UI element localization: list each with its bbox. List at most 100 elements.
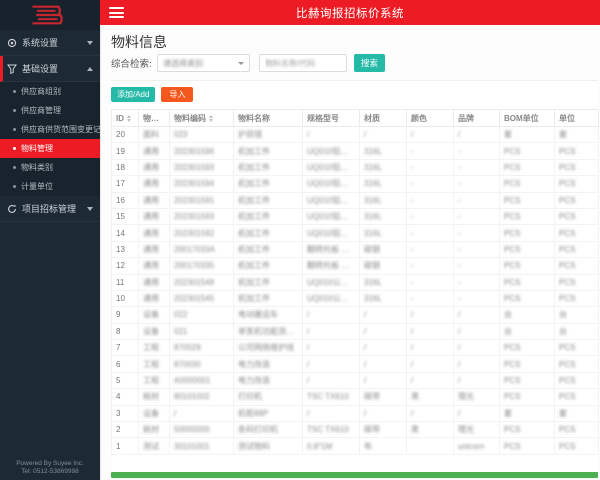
cell-color (406, 437, 454, 455)
table-row[interactable]: 14 通用 202301592 机加工件 UQ010铝头底帽 316L - - PCS PCS (111, 224, 599, 242)
column-header-category: 物料类别 (138, 109, 170, 127)
table-row[interactable]: 7 工程 870029 公司网络维护线 / / / / PCS PCS (111, 339, 599, 357)
cell-name: 机加工件 (233, 158, 303, 177)
table-row[interactable]: 9 设备 022 电动搬运车 / / / / 台台 (111, 306, 599, 324)
cell-category: 通用 (138, 289, 170, 308)
sidebar-item-material-category[interactable]: 物料类别 (0, 158, 100, 177)
column-header-id[interactable]: ID (111, 109, 139, 127)
cell-bom_unit: PCS (499, 224, 555, 242)
horizontal-scrollbar[interactable] (111, 472, 598, 478)
table-row[interactable]: 20 面料 023 护目镜 / / / / 套套 (111, 125, 599, 144)
table-row[interactable]: 5 工程 A0000001 电力改造 / / / / PCS PCS (111, 371, 599, 390)
column-label: 物料类别 (143, 113, 165, 123)
cell-unit: 台 (554, 322, 599, 341)
table-row[interactable]: 2 耗材 50000000 条码打印机 TSC TX610 碳带黑理光 PCS PCS (111, 421, 599, 439)
cell-unit: PCS (554, 388, 599, 406)
bullet-icon (13, 166, 16, 169)
sidebar-item-basic-settings[interactable]: 基础设置 (0, 56, 100, 82)
table-row[interactable]: 3 设备 / 机柜88P / / / / 套套 (111, 404, 599, 423)
search-input[interactable] (259, 54, 347, 72)
cell-category: 通用 (138, 191, 170, 209)
cell-code: 202301591 (169, 191, 234, 209)
cell-material: 316L (359, 273, 407, 291)
table-row[interactable]: 12 通用 200170335 机加工件 翻转托板 铁板 碳钢 - - PCS PCS (111, 257, 599, 275)
cell-material: / (359, 404, 407, 423)
cell-unit: PCS (554, 158, 599, 177)
category-select[interactable]: 请选择类别 (157, 54, 250, 72)
cell-material: 316L (359, 289, 407, 308)
sidebar-item-project-bidding[interactable]: 项目招标管理 (0, 196, 100, 222)
cell-color: / (406, 371, 454, 390)
cell-color: - (406, 207, 454, 226)
cell-brand: - (453, 240, 500, 259)
cell-spec: 翻转托板 铁板 (302, 257, 360, 275)
sort-icon[interactable] (127, 114, 131, 122)
table-row[interactable]: 17通用202301594机加工件UQ010铝头外六塞316L--PCSPCS (111, 175, 599, 193)
sidebar-item-measure-unit[interactable]: 计量单位 (0, 177, 100, 196)
import-button[interactable]: 导入 (161, 87, 194, 102)
cell-unit: 套 (554, 404, 599, 423)
cell-spec: UQ010铝头外六塞 (302, 175, 360, 193)
table-row[interactable]: 10通用202301545机加工件UQ010公头大本体316L--PCSPCS (111, 289, 599, 308)
cell-name: 打印机 (233, 388, 303, 406)
cell-color: / (406, 322, 454, 341)
table-row[interactable]: 13 通用 20017033A 机加工件 翻转托板 铁板 碳钢 - - PCS PCS (111, 240, 599, 259)
cell-color: - (406, 257, 454, 275)
powered-by-text: Powered By Suyee Inc. (16, 460, 84, 467)
sort-icon[interactable] (209, 114, 213, 122)
cell-brand: - (453, 289, 500, 308)
cell-code: 202301592 (169, 224, 234, 242)
chevron-down-icon (87, 206, 93, 211)
cell-spec: UQ010铝头A六槽 (302, 158, 360, 177)
sidebar-footer: Powered By Suyee Inc. Tel: 0512-53869998 (0, 460, 100, 476)
cell-id: 6 (111, 355, 139, 373)
column-label: 颜色 (411, 113, 427, 123)
table-row[interactable]: 19通用202301596机加工件UQ010铝头内六槽316L--PCSPCS (111, 142, 599, 160)
cell-color: / (406, 355, 454, 373)
sidebar-item-material-management[interactable]: 物料管理 (0, 139, 100, 158)
cell-material: 316L (359, 175, 407, 193)
sidebar-item-supplier-group[interactable]: 供应商组别 (0, 82, 100, 101)
cell-unit: PCS (554, 240, 599, 259)
sidebar-item-supplier-scope-change-log[interactable]: 供应商供货范围变更记录 (0, 120, 100, 139)
table-row[interactable]: 8 设备 021 单泵机功能测试柜 / / / / 台台 (111, 322, 599, 341)
cell-name: 条码打印机 (233, 421, 303, 439)
cell-category: 通用 (138, 158, 170, 177)
table-row[interactable]: 4 耗材 80101002 打印机 TSC TX610 碳带黑理光 PCS PCS (111, 388, 599, 406)
cell-unit: PCS (554, 224, 599, 242)
cell-id: 20 (111, 125, 139, 144)
table-row[interactable]: 15 通用 202301593 机加工件 UQ010铝头帽芯 316L - - PCS PCS (111, 207, 599, 226)
cell-unit: PCS (554, 339, 599, 357)
cell-color: / (406, 339, 454, 357)
cell-bom_unit: PCS (499, 388, 555, 406)
cell-spec: TSC TX610 (302, 421, 360, 439)
table-row[interactable]: 1 测试 30101001 测试物料 0.8*1M 布 unicorn PCS PCS (111, 437, 599, 455)
cell-brand: / (453, 371, 500, 390)
table-row[interactable]: 11通用202301548机加工件UQ010公头大螺帽316L--PCSPCS (111, 273, 599, 291)
table-row[interactable]: 16 通用 202301591 机加工件 UQ010铝头夹头 316L - - PCS PCS (111, 191, 599, 209)
sidebar-item-label: 基础设置 (22, 64, 59, 74)
search-label: 综合检索: (111, 59, 152, 70)
sidebar-item-supplier-management[interactable]: 供应商管理 (0, 101, 100, 120)
cell-code: 021 (169, 322, 234, 341)
cell-name: 机加工件 (233, 273, 303, 291)
brand-logo[interactable] (0, 0, 100, 30)
search-button[interactable]: 搜索 (354, 54, 385, 72)
top-header: 比赫询报招标价系统 (100, 0, 600, 25)
sidebar-item-label: 项目招标管理 (22, 204, 77, 214)
column-header-code[interactable]: 物料编码 (169, 109, 234, 127)
cell-material: 布 (359, 437, 407, 455)
cell-color: - (406, 289, 454, 308)
table-row[interactable]: 18通用202301593机加工件UQ010铝头A六槽316L--PCSPCS (111, 158, 599, 177)
cell-unit: PCS (554, 273, 599, 291)
cell-code: / (169, 404, 234, 423)
column-label: 材质 (364, 113, 380, 123)
cell-name: 护目镜 (233, 125, 303, 144)
cell-color: - (406, 224, 454, 242)
add-button[interactable]: 添加/Add (111, 87, 156, 102)
table-row[interactable]: 6 工程 870030 电力改造 / / / / PCS PCS (111, 355, 599, 373)
cell-id: 5 (111, 371, 139, 390)
cell-unit: PCS (554, 371, 599, 390)
sidebar-item-system-settings[interactable]: 系统设置 (0, 30, 100, 56)
cell-id: 3 (111, 404, 139, 423)
